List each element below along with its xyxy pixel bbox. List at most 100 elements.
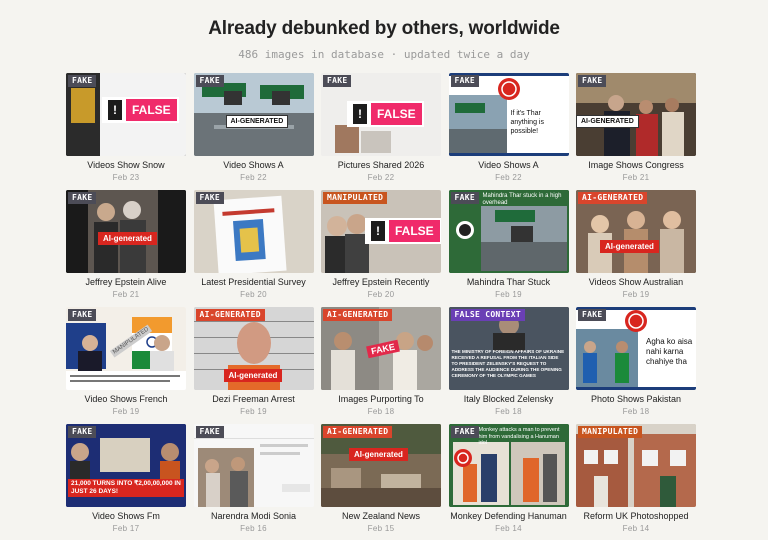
false-stamp: ! FALSE xyxy=(102,97,179,123)
page-subtitle: 486 images in database · updated twice a… xyxy=(238,48,530,61)
card-thumbnail: AI-generated FAKE xyxy=(66,190,186,273)
overlay-label: AI-GENERATED xyxy=(576,115,639,128)
card-date: Feb 16 xyxy=(240,524,267,533)
card-date: Feb 19 xyxy=(112,407,140,416)
card-title: Italy Blocked Zelensky xyxy=(463,394,554,404)
card-date: Feb 18 xyxy=(495,407,522,416)
overlay-text: Mahindra Thar stuck in a high overhead xyxy=(482,193,562,206)
page-title: Already debunked by others, worldwide xyxy=(208,18,560,39)
overlay-text: Agha ko aisa nahi karna chahiye tha xyxy=(646,337,693,366)
card-title: Latest Presidential Survey xyxy=(201,277,306,287)
card-jeffrey-epstein-recently[interactable]: ! FALSE MANIPULATED Jeffrey Epstein Rece… xyxy=(321,190,441,299)
card-videos-show-snow[interactable]: ! FALSE FAKE Videos Show Snow Feb 23 xyxy=(66,73,186,182)
card-video-shows-french[interactable]: MANIPULATED FAKE Video Shows French Feb … xyxy=(66,307,186,416)
card-date: Feb 20 xyxy=(240,290,267,299)
card-thumbnail: Monkey attacks a man to prevent him from… xyxy=(448,424,569,507)
fact-check-grid: ! FALSE FAKE Videos Show Snow Feb 23 AI-… xyxy=(66,73,696,533)
card-jeffrey-epstein-alive[interactable]: AI-generated FAKE Jeffrey Epstein Alive … xyxy=(66,190,186,299)
card-date: Feb 18 xyxy=(622,407,650,416)
card-thumbnail: FAKE AI-GENERATED xyxy=(321,307,441,390)
verdict-badge: FAKE xyxy=(450,192,479,204)
card-thumbnail: AI-GENERATED FAKE xyxy=(193,73,314,156)
verdict-badge: FAKE xyxy=(450,75,479,87)
verdict-badge: MANIPULATED xyxy=(323,192,388,204)
verdict-badge: AI-GENERATED xyxy=(323,426,393,438)
card-title: Photo Shows Pakistan xyxy=(590,394,682,404)
card-date: Feb 14 xyxy=(622,524,650,533)
stamp-text: FALSE xyxy=(377,107,416,121)
card-title: Mahindra Thar Stuck xyxy=(466,277,551,287)
verdict-badge: FAKE xyxy=(68,192,97,204)
verdict-badge: AI-GENERATED xyxy=(195,309,265,321)
card-date: Feb 19 xyxy=(495,290,522,299)
verdict-badge: FALSE CONTEXT xyxy=(450,309,526,321)
card-title: Jeffrey Epstein Recently xyxy=(332,277,430,287)
card-date: Feb 19 xyxy=(622,290,650,299)
verdict-badge: FAKE xyxy=(195,426,224,438)
card-date: Feb 22 xyxy=(367,173,395,182)
false-stamp: ! FALSE xyxy=(365,218,441,244)
verdict-badge: FAKE xyxy=(578,75,607,87)
card-photo-shows-pakistan[interactable]: Agha ko aisa nahi karna chahiye tha FAKE… xyxy=(576,307,696,416)
card-date: Feb 18 xyxy=(367,407,395,416)
card-thumbnail: ! FALSE FAKE xyxy=(321,73,441,156)
card-date: Feb 20 xyxy=(367,290,395,299)
card-narendra-modi-sonia[interactable]: FAKE Narendra Modi Sonia Feb 16 xyxy=(193,424,314,533)
card-thumbnail: Agha ko aisa nahi karna chahiye tha FAKE xyxy=(576,307,696,390)
card-title: Images Purporting To xyxy=(338,394,424,404)
card-dezi-freeman-arrest[interactable]: AI-generated AI-GENERATED Dezi Freeman A… xyxy=(193,307,314,416)
card-video-shows-fm[interactable]: 21,000 TURNS INTO ₹2,00,00,000 IN JUST 2… xyxy=(66,424,186,533)
card-video-shows-a-2[interactable]: If it's Thar anything is possible! FAKE … xyxy=(448,73,569,182)
card-title: New Zealand News xyxy=(341,511,421,521)
card-title: Video Shows Fm xyxy=(92,511,160,521)
card-thumbnail: ! FALSE MANIPULATED xyxy=(321,190,441,273)
card-images-purporting-to[interactable]: FAKE AI-GENERATED Images Purporting To F… xyxy=(321,307,441,416)
card-date: Feb 22 xyxy=(495,173,522,182)
card-title: Reform UK Photoshopped xyxy=(583,511,689,521)
overlay-label: AI-generated xyxy=(349,448,408,461)
card-reform-uk-photoshopped[interactable]: MANIPULATED Reform UK Photoshopped Feb 1… xyxy=(576,424,696,533)
card-pictures-shared-2026[interactable]: ! FALSE FAKE Pictures Shared 2026 Feb 22 xyxy=(321,73,441,182)
card-date: Feb 21 xyxy=(622,173,650,182)
card-thumbnail: AI-generated AI-GENERATED xyxy=(576,190,696,273)
card-title: Video Shows French xyxy=(84,394,168,404)
verdict-badge: FAKE xyxy=(323,75,352,87)
card-title: Videos Show Snow xyxy=(87,160,165,170)
verdict-badge: FAKE xyxy=(195,192,224,204)
exclamation-icon: ! xyxy=(367,220,389,242)
card-new-zealand-news[interactable]: AI-generated AI-GENERATED New Zealand Ne… xyxy=(321,424,441,533)
card-videos-show-australian[interactable]: AI-generated AI-GENERATED Videos Show Au… xyxy=(576,190,696,299)
verdict-badge: MANIPULATED xyxy=(578,426,643,438)
card-thumbnail: 21,000 TURNS INTO ₹2,00,00,000 IN JUST 2… xyxy=(66,424,186,507)
overlay-label: AI-generated xyxy=(600,240,659,253)
overlay-text: THE MINISTRY OF FOREIGN AFFAIRS OF UKRAI… xyxy=(451,349,565,378)
card-thumbnail: AI-generated AI-GENERATED xyxy=(321,424,441,507)
card-thumbnail: Mahindra Thar stuck in a high overhead F… xyxy=(448,190,569,273)
card-thumbnail: If it's Thar anything is possible! FAKE xyxy=(448,73,569,156)
card-title: Video Shows A xyxy=(223,160,284,170)
card-latest-presidential-survey[interactable]: FAKE Latest Presidential Survey Feb 20 xyxy=(193,190,314,299)
card-italy-blocked-zelensky[interactable]: THE MINISTRY OF FOREIGN AFFAIRS OF UKRAI… xyxy=(448,307,569,416)
overlay-text: If it's Thar anything is possible! xyxy=(510,110,544,135)
overlay-label: AI-generated xyxy=(98,232,157,245)
verdict-badge: FAKE xyxy=(195,75,224,87)
exclamation-icon: ! xyxy=(104,99,126,121)
card-monkey-defending-hanuman[interactable]: Monkey attacks a man to prevent him from… xyxy=(448,424,569,533)
card-thumbnail: AI-generated AI-GENERATED xyxy=(193,307,314,390)
overlay-label: AI-GENERATED xyxy=(225,115,289,128)
card-date: Feb 21 xyxy=(112,290,140,299)
card-thumbnail: THE MINISTRY OF FOREIGN AFFAIRS OF UKRAI… xyxy=(448,307,569,390)
card-title: Pictures Shared 2026 xyxy=(337,160,425,170)
exclamation-icon: ! xyxy=(349,103,371,125)
card-image-shows-congress[interactable]: AI-GENERATED FAKE Image Shows Congress F… xyxy=(576,73,696,182)
card-mahindra-thar-stuck[interactable]: Mahindra Thar stuck in a high overhead F… xyxy=(448,190,569,299)
card-date: Feb 23 xyxy=(112,173,140,182)
card-thumbnail: AI-GENERATED FAKE xyxy=(576,73,696,156)
card-date: Feb 22 xyxy=(240,173,267,182)
card-thumbnail: MANIPULATED xyxy=(576,424,696,507)
card-date: Feb 15 xyxy=(367,524,395,533)
overlay-text: 21,000 TURNS INTO ₹2,00,00,000 IN JUST 2… xyxy=(68,479,184,497)
card-thumbnail: FAKE xyxy=(193,190,314,273)
card-video-shows-a-1[interactable]: AI-GENERATED FAKE Video Shows A Feb 22 xyxy=(193,73,314,182)
card-title: Narendra Modi Sonia xyxy=(210,511,297,521)
